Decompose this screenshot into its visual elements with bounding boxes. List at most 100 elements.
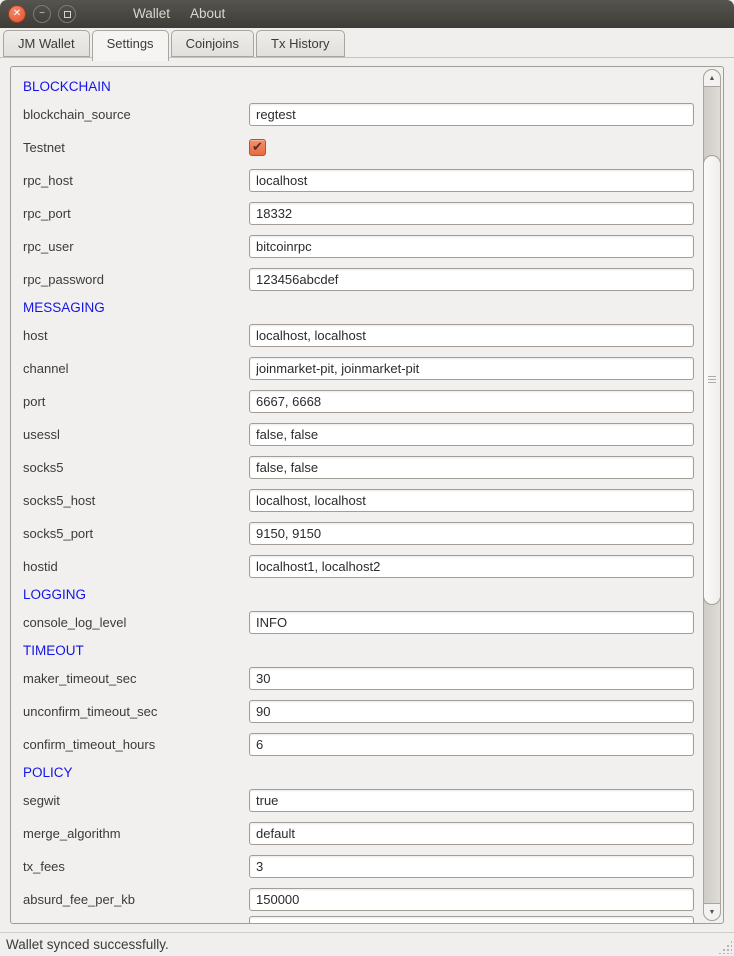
field-label: rpc_port	[23, 206, 249, 221]
scrollbar-up-button[interactable]: ▲	[703, 69, 721, 87]
status-bar: Wallet synced successfully.	[0, 932, 734, 956]
section-title-policy: POLICY	[23, 761, 694, 784]
field-row: merge_algorithm	[23, 817, 694, 850]
field-label: hostid	[23, 559, 249, 574]
field-label: tx_fees	[23, 859, 249, 874]
window-close-button[interactable]: ✕	[8, 5, 26, 23]
field-row: blockchain_source	[23, 98, 694, 131]
field-label: merge_algorithm	[23, 826, 249, 841]
field-row: port	[23, 385, 694, 418]
field-input-merge_algorithm[interactable]	[249, 822, 694, 845]
field-row: hostid	[23, 550, 694, 583]
field-label: absurd_fee_per_kb	[23, 892, 249, 907]
field-label: segwit	[23, 793, 249, 808]
field-row: socks5_host	[23, 484, 694, 517]
field-label: socks5	[23, 460, 249, 475]
tab-settings[interactable]: Settings	[92, 30, 169, 61]
field-row: tx_fees	[23, 850, 694, 883]
menubar: WalletAbout	[123, 0, 235, 28]
testnet-checkbox[interactable]: ✔	[249, 139, 266, 156]
field-row: socks5_port	[23, 517, 694, 550]
field-row: Testnet✔	[23, 131, 694, 164]
tab-coinjoins[interactable]: Coinjoins	[171, 30, 254, 57]
status-message: Wallet synced successfully.	[6, 937, 169, 952]
field-row: host	[23, 319, 694, 352]
minimize-icon: −	[39, 9, 45, 19]
field-label: channel	[23, 361, 249, 376]
field-row: segwit	[23, 784, 694, 817]
field-label: port	[23, 394, 249, 409]
close-icon: ✕	[13, 9, 21, 19]
field-input-blockchain_source[interactable]	[249, 103, 694, 126]
field-label: rpc_password	[23, 272, 249, 287]
check-icon: ✔	[252, 140, 263, 153]
field-input-port[interactable]	[249, 390, 694, 413]
scrollbar-down-button[interactable]: ▼	[703, 903, 721, 921]
tab-jm-wallet[interactable]: JM Wallet	[3, 30, 90, 57]
field-label: socks5_host	[23, 493, 249, 508]
section-title-timeout: TIMEOUT	[23, 639, 694, 662]
field-input-confirm_timeout_hours[interactable]	[249, 733, 694, 756]
field-input-absurd_fee_per_kb[interactable]	[249, 888, 694, 911]
field-row: unconfirm_timeout_sec	[23, 695, 694, 728]
field-row: rpc_password	[23, 263, 694, 296]
field-input-partial[interactable]	[249, 916, 694, 924]
field-input-console_log_level[interactable]	[249, 611, 694, 634]
vertical-scrollbar[interactable]: ▲ ▼	[703, 69, 721, 921]
field-input-tx_fees[interactable]	[249, 855, 694, 878]
field-row	[23, 916, 694, 924]
tab-bar: JM WalletSettingsCoinjoinsTx History	[0, 28, 734, 58]
maximize-icon	[64, 11, 71, 18]
field-label: Testnet	[23, 140, 249, 155]
field-row: absurd_fee_per_kb	[23, 883, 694, 916]
scrollbar-thumb[interactable]	[703, 155, 721, 605]
resize-grip[interactable]	[718, 940, 732, 954]
field-input-hostid[interactable]	[249, 555, 694, 578]
section-title-blockchain: BLOCKCHAIN	[23, 75, 694, 98]
field-input-host[interactable]	[249, 324, 694, 347]
field-input-rpc_user[interactable]	[249, 235, 694, 258]
window-maximize-button[interactable]	[58, 5, 76, 23]
chevron-down-icon: ▼	[709, 909, 716, 916]
field-label: maker_timeout_sec	[23, 671, 249, 686]
field-row: rpc_user	[23, 230, 694, 263]
field-label: socks5_port	[23, 526, 249, 541]
chevron-up-icon: ▲	[709, 75, 716, 82]
section-title-logging: LOGGING	[23, 583, 694, 606]
field-row: rpc_host	[23, 164, 694, 197]
settings-form: BLOCKCHAIN blockchain_source Testnet✔ rpc_h…	[11, 67, 723, 924]
field-row: confirm_timeout_hours	[23, 728, 694, 761]
field-input-rpc_host[interactable]	[249, 169, 694, 192]
field-label: rpc_host	[23, 173, 249, 188]
field-row: maker_timeout_sec	[23, 662, 694, 695]
field-row: channel	[23, 352, 694, 385]
field-label: blockchain_source	[23, 107, 249, 122]
field-input-segwit[interactable]	[249, 789, 694, 812]
tab-tx-history[interactable]: Tx History	[256, 30, 345, 57]
field-input-socks5_host[interactable]	[249, 489, 694, 512]
field-label: usessl	[23, 427, 249, 442]
field-input-rpc_password[interactable]	[249, 268, 694, 291]
menu-item-about[interactable]: About	[180, 0, 235, 28]
field-input-usessl[interactable]	[249, 423, 694, 446]
titlebar[interactable]: ✕ − WalletAbout	[0, 0, 734, 28]
settings-scroll-area: BLOCKCHAIN blockchain_source Testnet✔ rpc_h…	[10, 66, 724, 924]
menu-item-wallet[interactable]: Wallet	[123, 0, 180, 28]
field-row: socks5	[23, 451, 694, 484]
field-input-maker_timeout_sec[interactable]	[249, 667, 694, 690]
app-window: ✕ − WalletAbout JM WalletSettingsCoinjoi…	[0, 0, 734, 956]
field-label: unconfirm_timeout_sec	[23, 704, 249, 719]
field-input-unconfirm_timeout_sec[interactable]	[249, 700, 694, 723]
window-minimize-button[interactable]: −	[33, 5, 51, 23]
field-row: rpc_port	[23, 197, 694, 230]
field-input-channel[interactable]	[249, 357, 694, 380]
field-input-socks5[interactable]	[249, 456, 694, 479]
field-input-socks5_port[interactable]	[249, 522, 694, 545]
scrollbar-grip-icon	[708, 376, 716, 384]
field-row: console_log_level	[23, 606, 694, 639]
field-label: console_log_level	[23, 615, 249, 630]
field-input-rpc_port[interactable]	[249, 202, 694, 225]
section-title-messaging: MESSAGING	[23, 296, 694, 319]
field-label: confirm_timeout_hours	[23, 737, 249, 752]
field-label: rpc_user	[23, 239, 249, 254]
